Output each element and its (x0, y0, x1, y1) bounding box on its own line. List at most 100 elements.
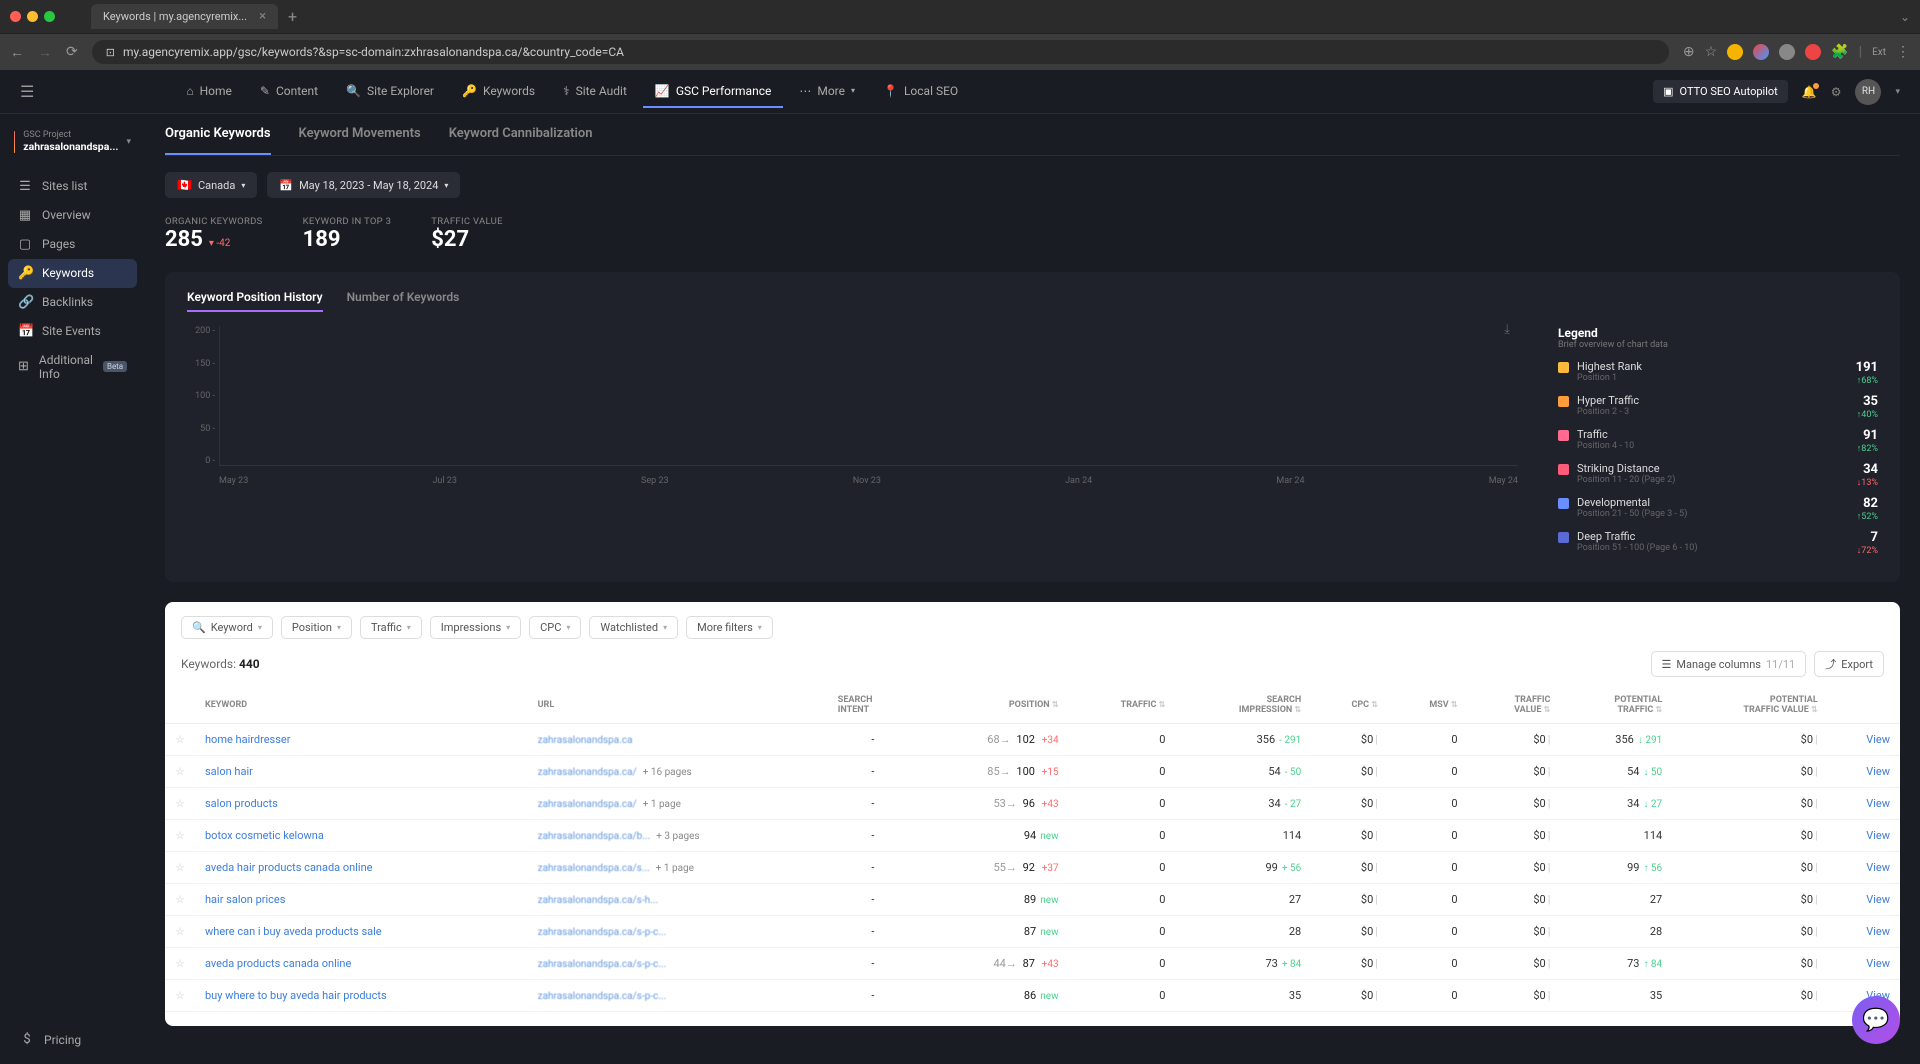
view-link[interactable]: View (1866, 829, 1890, 842)
sidebar-item-backlinks[interactable]: 🔗Backlinks (8, 288, 137, 317)
sidebar-item-pages[interactable]: ▢Pages (8, 230, 137, 259)
window-maximize[interactable] (44, 11, 55, 22)
view-link[interactable]: View (1866, 733, 1890, 746)
nav-more[interactable]: ⋯More▾ (787, 76, 867, 108)
keyword-link[interactable]: salon products (205, 797, 278, 810)
star-icon[interactable]: ☆ (175, 893, 185, 906)
view-link[interactable]: View (1866, 861, 1890, 874)
chevron-down-icon[interactable]: ▾ (1895, 87, 1900, 97)
extension-icon[interactable] (1727, 44, 1743, 60)
filter-watchlisted[interactable]: Watchlisted▾ (589, 616, 678, 639)
sidebar-item-pricing[interactable]: $ Pricing (10, 1025, 135, 1054)
extension-label[interactable]: Ext (1872, 47, 1886, 58)
star-icon[interactable]: ☆ (175, 925, 185, 938)
view-link[interactable]: View (1866, 797, 1890, 810)
chart-tab-number-of-keywords[interactable]: Number of Keywords (347, 290, 460, 312)
keyword-link[interactable]: where can i buy aveda products sale (205, 925, 382, 938)
nav-gsc-performance[interactable]: 📈GSC Performance (643, 76, 783, 108)
legend-item[interactable]: Highest Rank Position 1 191 ↑68% (1558, 360, 1878, 386)
extensions-icon[interactable]: 🧩 (1831, 44, 1848, 60)
star-icon[interactable]: ☆ (175, 765, 185, 778)
bell-icon[interactable]: 🔔 (1802, 85, 1817, 99)
url-link[interactable]: zahrasalonandspa.ca/ (538, 799, 637, 810)
filter-keyword[interactable]: 🔍Keyword▾ (181, 616, 273, 639)
legend-item[interactable]: Traffic Position 4 - 10 91 ↑82% (1558, 428, 1878, 454)
sidebar-item-keywords[interactable]: 🔑Keywords (8, 259, 137, 288)
keyword-link[interactable]: hair salon prices (205, 893, 285, 906)
legend-item[interactable]: Striking Distance Position 11 - 20 (Page… (1558, 462, 1878, 488)
window-close[interactable] (10, 11, 21, 22)
nav-site-explorer[interactable]: 🔍Site Explorer (334, 76, 446, 108)
hamburger-icon[interactable]: ☰ (20, 82, 34, 101)
filter-more-filters[interactable]: More filters▾ (686, 616, 773, 639)
otto-button[interactable]: ▣ OTTO SEO Autopilot (1653, 80, 1788, 103)
nav-content[interactable]: ✎Content (248, 76, 330, 108)
chart-tab-keyword-position-history[interactable]: Keyword Position History (187, 290, 323, 312)
extension-icon[interactable] (1753, 44, 1769, 60)
url-link[interactable]: zahrasalonandspa.ca/ (538, 767, 637, 778)
site-info-icon[interactable]: ⊡ (106, 46, 115, 59)
back-icon[interactable]: ← (10, 44, 24, 61)
keyword-link[interactable]: home hairdresser (205, 733, 290, 746)
filter-cpc[interactable]: CPC▾ (529, 616, 581, 639)
reload-icon[interactable]: ⟳ (66, 44, 78, 60)
translate-icon[interactable]: ⊕ (1683, 44, 1695, 60)
column-header[interactable]: MSV ⇅ (1388, 687, 1468, 724)
view-link[interactable]: View (1866, 893, 1890, 906)
new-tab-button[interactable]: + (278, 7, 307, 26)
view-link[interactable]: View (1866, 925, 1890, 938)
browser-tab[interactable]: Keywords | my.agencyremix... × (91, 4, 278, 29)
tab-keyword-movements[interactable]: Keyword Movements (299, 114, 421, 155)
url-link[interactable]: zahrasalonandspa.ca/s-h... (538, 895, 658, 906)
column-header[interactable]: SEARCHINTENT (828, 687, 918, 724)
keyword-link[interactable]: botox cosmetic kelowna (205, 829, 324, 842)
sidebar-item-sites-list[interactable]: ☰Sites list (8, 172, 137, 201)
project-selector[interactable]: GSC Project zahrasalonandspa... ▾ (8, 124, 137, 160)
close-icon[interactable]: × (259, 9, 266, 24)
keyword-link[interactable]: aveda hair products canada online (205, 861, 373, 874)
tab-keyword-cannibalization[interactable]: Keyword Cannibalization (449, 114, 593, 155)
manage-columns-button[interactable]: ☰ Manage columns 11/11 (1651, 651, 1807, 677)
keyword-link[interactable]: buy where to buy aveda hair products (205, 989, 387, 1002)
avatar[interactable]: RH (1855, 79, 1881, 105)
url-bar[interactable]: ⊡ my.agencyremix.app/gsc/keywords?&sp=sc… (92, 40, 1669, 64)
url-link[interactable]: zahrasalonandspa.ca/s-p-c... (538, 991, 667, 1002)
export-button[interactable]: ⤴ Export (1814, 651, 1884, 677)
column-header[interactable]: SEARCHIMPRESSION ⇅ (1175, 687, 1311, 724)
nav-site-audit[interactable]: ⚕Site Audit (551, 76, 639, 108)
gear-icon[interactable]: ⚙ (1831, 85, 1842, 99)
column-header[interactable]: POTENTIALTRAFFIC VALUE ⇅ (1672, 687, 1828, 724)
url-link[interactable]: zahrasalonandspa.ca/s-p-c... (538, 959, 667, 970)
column-header[interactable]: KEYWORD (195, 687, 528, 724)
sidebar-item-overview[interactable]: ▦Overview (8, 201, 137, 230)
star-icon[interactable]: ☆ (175, 797, 185, 810)
filter-traffic[interactable]: Traffic▾ (360, 616, 422, 639)
download-icon[interactable]: ⤓ (1504, 322, 1510, 337)
chat-fab[interactable]: 💬 (1852, 996, 1900, 1044)
nav-home[interactable]: ⌂Home (174, 76, 244, 108)
star-icon[interactable]: ☆ (175, 733, 185, 746)
country-filter[interactable]: 🇨🇦 Canada ▾ (165, 172, 257, 198)
column-header[interactable]: CPC ⇅ (1311, 687, 1388, 724)
url-link[interactable]: zahrasalonandspa.ca/s-p-c... (538, 927, 667, 938)
nav-local-seo[interactable]: 📍Local SEO (871, 76, 970, 108)
column-header[interactable]: URL (528, 687, 828, 724)
star-icon[interactable]: ☆ (175, 861, 185, 874)
url-link[interactable]: zahrasalonandspa.ca (538, 735, 633, 746)
star-icon[interactable]: ☆ (175, 829, 185, 842)
view-link[interactable]: View (1866, 765, 1890, 778)
column-header[interactable]: POSITION ⇅ (918, 687, 1069, 724)
star-icon[interactable]: ☆ (175, 957, 185, 970)
legend-item[interactable]: Deep Traffic Position 51 - 100 (Page 6 -… (1558, 530, 1878, 556)
chevron-down-icon[interactable]: ⌄ (1900, 10, 1910, 24)
view-link[interactable]: View (1866, 957, 1890, 970)
tab-organic-keywords[interactable]: Organic Keywords (165, 114, 271, 155)
keyword-link[interactable]: salon hair (205, 765, 253, 778)
extension-icon[interactable] (1805, 44, 1821, 60)
column-header[interactable]: TRAFFIC ⇅ (1069, 687, 1176, 724)
window-minimize[interactable] (27, 11, 38, 22)
star-icon[interactable]: ☆ (175, 989, 185, 1002)
url-link[interactable]: zahrasalonandspa.ca/b... (538, 831, 651, 842)
star-icon[interactable]: ☆ (1705, 44, 1718, 60)
legend-item[interactable]: Hyper Traffic Position 2 - 3 35 ↑40% (1558, 394, 1878, 420)
